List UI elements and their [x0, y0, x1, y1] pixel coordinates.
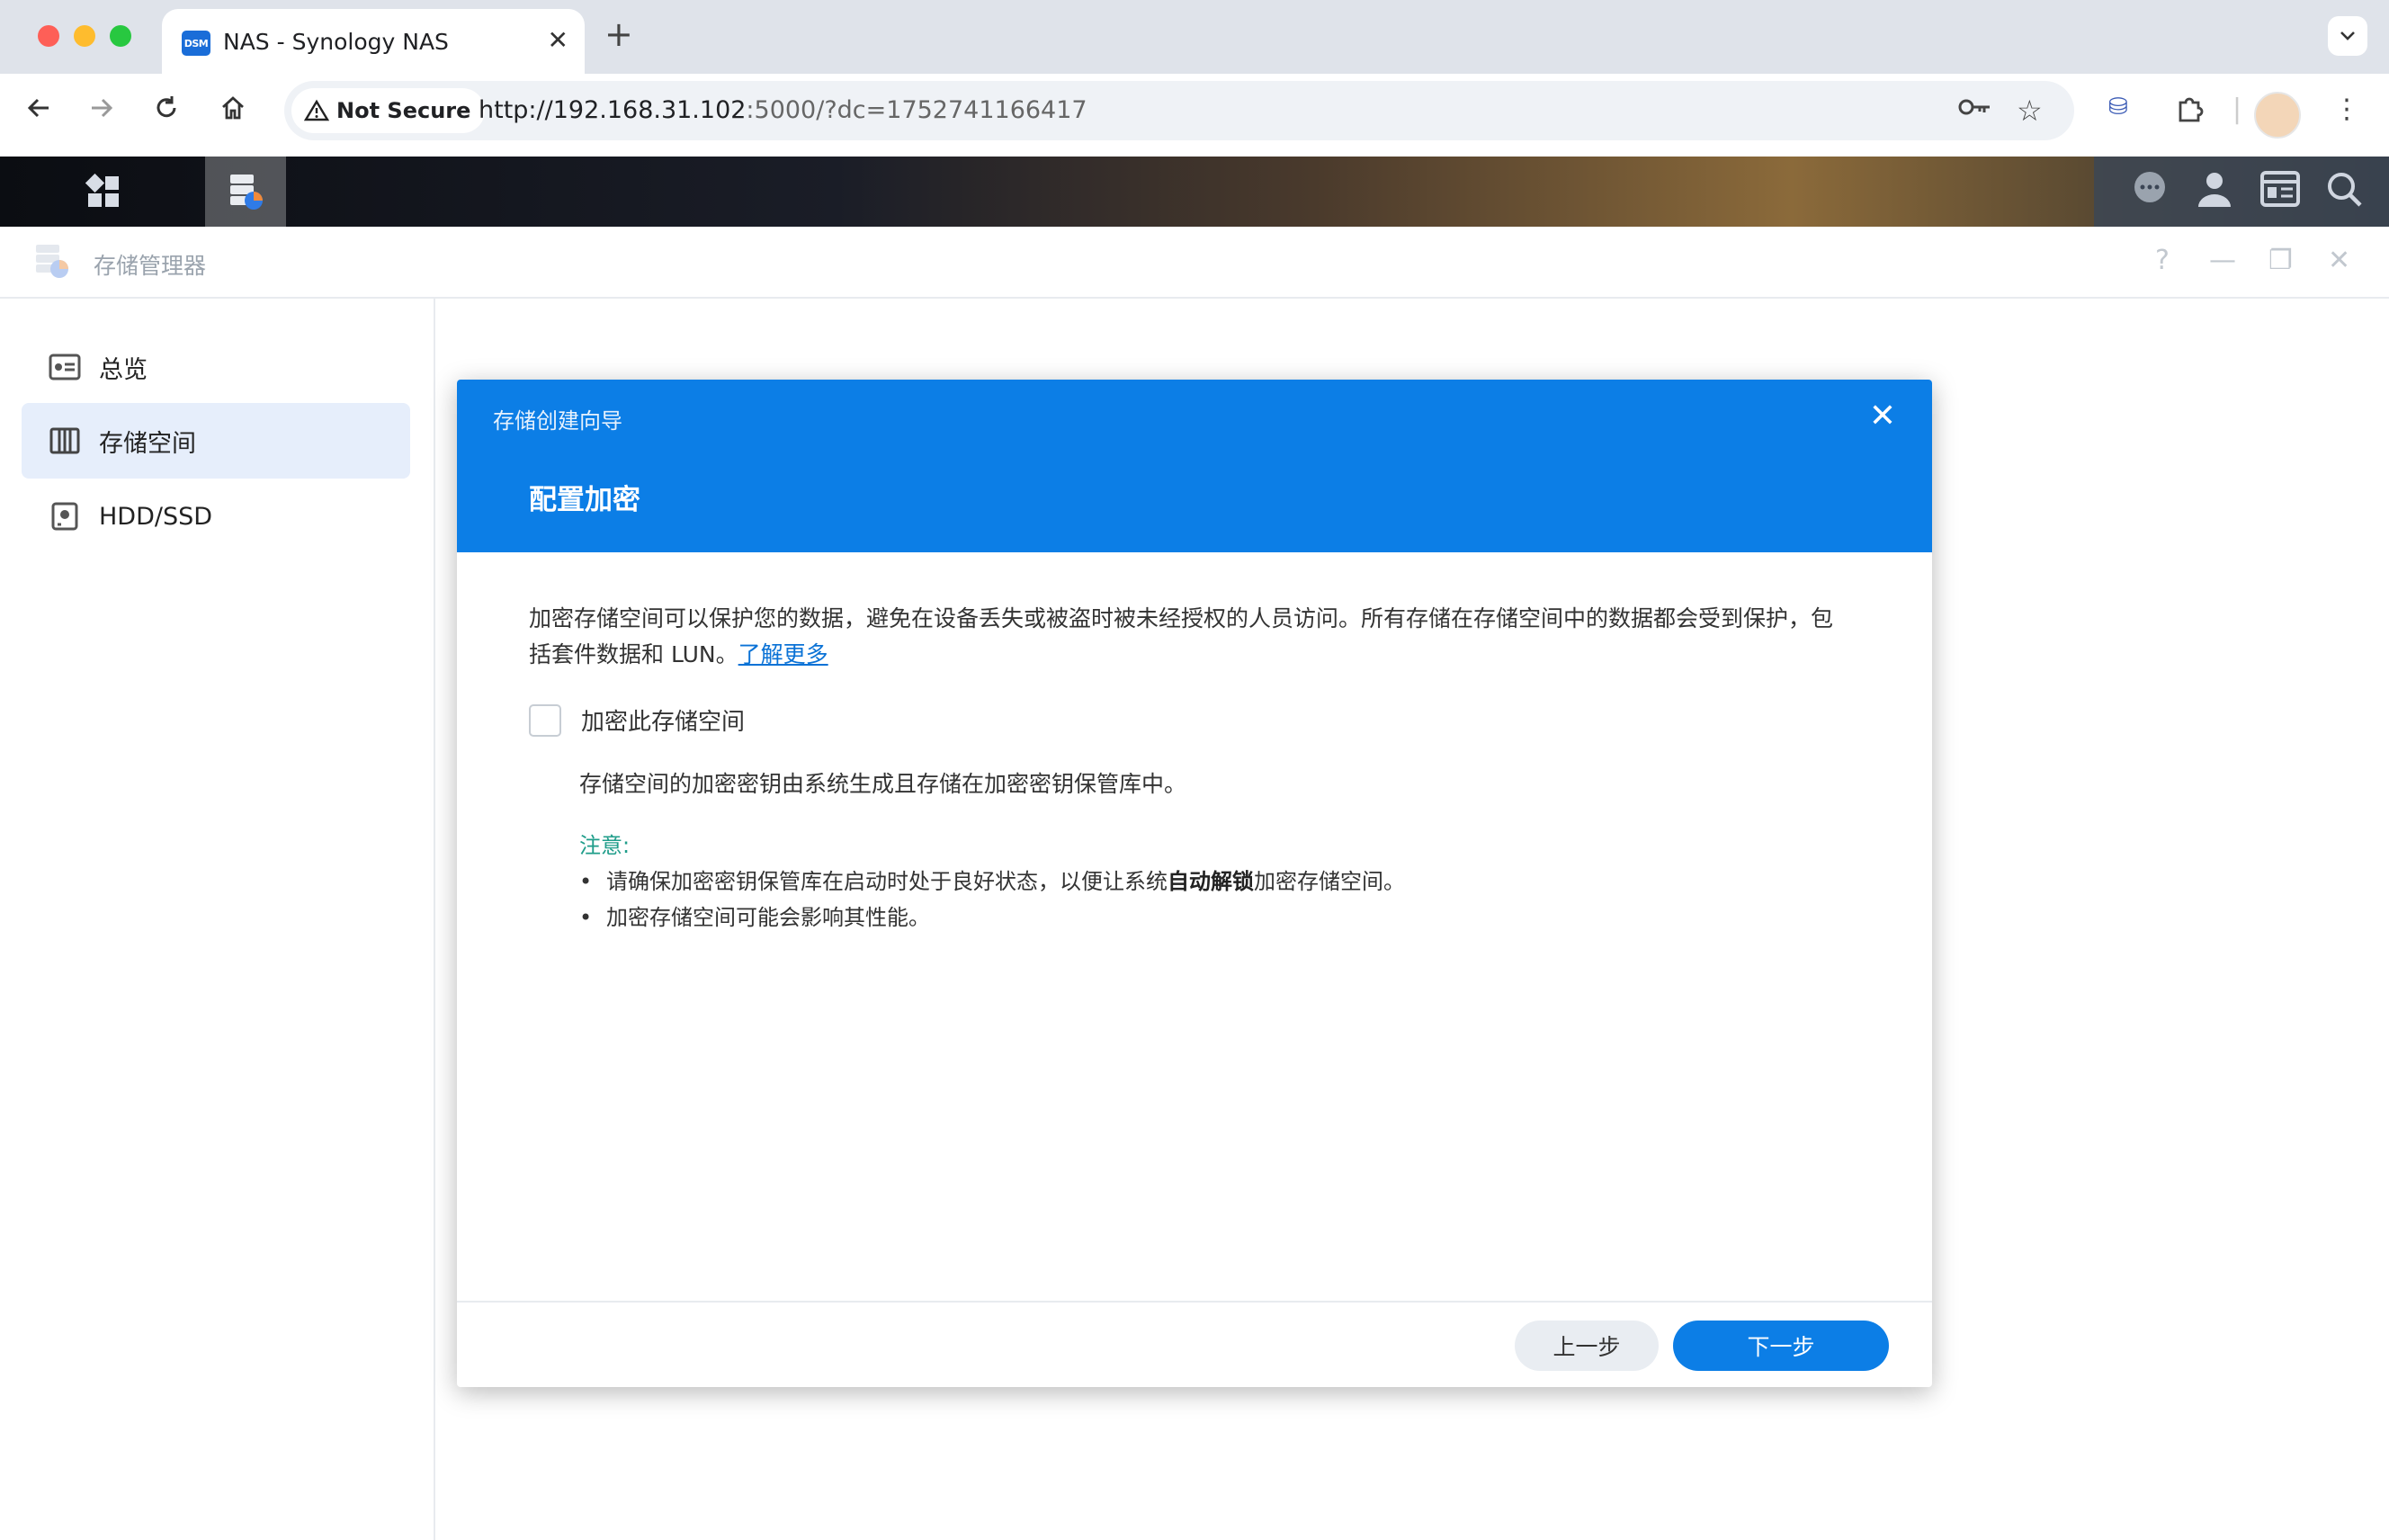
- sidebar-item-label: HDD/SSD: [99, 502, 213, 531]
- warning-icon: [304, 99, 329, 121]
- encryption-description: 加密存储空间可以保护您的数据，避免在设备丢失或被盗时被未经授权的人员访问。所有存…: [529, 605, 1834, 667]
- wizard-body: 加密存储空间可以保护您的数据，避免在设备丢失或被盗时被未经授权的人员访问。所有存…: [529, 601, 1834, 930]
- dsm-favicon-icon: DSM: [182, 31, 210, 56]
- sidebar-item-label: 总览: [99, 355, 148, 384]
- reload-icon: [157, 96, 176, 118]
- notifications-chat-icon[interactable]: [2130, 169, 2170, 218]
- toolbar-divider: |: [2232, 94, 2242, 125]
- restore-app-button[interactable]: ❐: [2268, 245, 2293, 276]
- home-icon: [222, 96, 244, 120]
- app-title: 存储管理器: [94, 253, 207, 279]
- disk-icon: [49, 502, 81, 531]
- learn-more-link[interactable]: 了解更多: [738, 641, 828, 667]
- arrow-left-icon: [27, 98, 49, 118]
- minimize-app-button[interactable]: —: [2209, 245, 2236, 276]
- sidebar-item-overview[interactable]: 总览: [22, 329, 410, 405]
- browser-toolbar: Not Secure http://192.168.31.102:5000/?d…: [0, 74, 2389, 157]
- wizard-footer: 上一步 下一步: [457, 1301, 1932, 1387]
- maximize-window-button[interactable]: [110, 25, 131, 47]
- close-app-button[interactable]: ✕: [2328, 245, 2350, 276]
- bookmark-star-icon[interactable]: ☆: [2017, 94, 2043, 128]
- forward-button[interactable]: [88, 94, 115, 130]
- widgets-icon[interactable]: [2259, 169, 2301, 218]
- tab-search-button[interactable]: [2328, 16, 2367, 56]
- encrypt-checkbox-label[interactable]: 加密此存储空间: [581, 703, 745, 737]
- site-security-chip[interactable]: Not Secure: [291, 88, 486, 133]
- search-icon[interactable]: [2324, 169, 2364, 218]
- previous-button[interactable]: 上一步: [1515, 1321, 1659, 1371]
- overview-icon: [49, 353, 81, 381]
- wizard-step-title: 配置加密: [529, 484, 640, 516]
- browser-tab[interactable]: DSM NAS - Synology NAS ✕: [162, 9, 585, 74]
- url-text[interactable]: http://192.168.31.102:5000/?dc=175274116…: [479, 96, 1087, 124]
- home-button[interactable]: [219, 94, 246, 130]
- browser-menu-icon[interactable]: ⋮: [2333, 94, 2360, 125]
- storage-pool-icon: [49, 426, 81, 455]
- next-button[interactable]: 下一步: [1673, 1321, 1889, 1371]
- storage-creation-wizard: 存储创建向导 配置加密 ✕ 加密存储空间可以保护您的数据，避免在设备丢失或被盗时…: [457, 380, 1932, 1387]
- wizard-header: 存储创建向导 配置加密 ✕: [457, 380, 1932, 552]
- address-bar[interactable]: Not Secure http://192.168.31.102:5000/?d…: [284, 81, 2074, 140]
- sidebar-item-hdd-ssd[interactable]: HDD/SSD: [22, 479, 410, 554]
- app-window-header: 存储管理器 ? — ❐ ✕: [0, 227, 2389, 299]
- tab-title: NAS - Synology NAS: [223, 29, 449, 55]
- list-item: • 加密存储空间可能会影响其性能。: [579, 905, 930, 930]
- dsm-taskbar: [0, 157, 2389, 227]
- close-window-button[interactable]: [38, 25, 59, 47]
- security-label: Not Secure: [336, 98, 471, 123]
- chevron-down-icon: [2340, 31, 2355, 40]
- back-button[interactable]: [25, 94, 52, 130]
- storage-manager-app-icon: [36, 245, 68, 278]
- note-list: • 请确保加密密钥保管库在启动时处于良好状态，以便让系统自动解锁加密存储空间。 …: [579, 864, 1405, 936]
- storage-manager-taskbar-button[interactable]: [205, 157, 286, 227]
- wizard-title: 存储创建向导: [493, 408, 622, 434]
- translate-extension-icon[interactable]: ⛁: [2108, 94, 2128, 121]
- tab-close-icon[interactable]: ✕: [548, 25, 568, 55]
- wizard-close-icon[interactable]: ✕: [1869, 398, 1896, 434]
- extensions-puzzle-icon[interactable]: [2175, 94, 2206, 131]
- minimize-window-button[interactable]: [74, 25, 95, 47]
- password-key-icon[interactable]: [1957, 94, 1993, 128]
- main-menu-button[interactable]: [63, 157, 144, 227]
- storage-manager-icon: [230, 175, 263, 210]
- reload-button[interactable]: [153, 94, 180, 130]
- sidebar-item-label: 存储空间: [99, 429, 196, 458]
- sidebar: 总览 存储空间 HDD/SSD: [0, 299, 435, 1540]
- encrypt-checkbox[interactable]: [529, 703, 561, 737]
- list-item: • 请确保加密密钥保管库在启动时处于良好状态，以便让系统自动解锁加密存储空间。: [579, 869, 1405, 894]
- encryption-key-note: 存储空间的加密密钥由系统生成且存储在加密密钥保管库中。: [579, 771, 1187, 797]
- encrypt-checkbox-row[interactable]: 加密此存储空间: [529, 703, 745, 737]
- help-button[interactable]: ?: [2155, 245, 2170, 276]
- new-tab-button[interactable]: +: [604, 14, 633, 54]
- user-options-icon[interactable]: [2195, 169, 2234, 218]
- note-title: 注意:: [579, 833, 631, 858]
- profile-avatar[interactable]: [2254, 92, 2301, 139]
- arrow-right-icon: [92, 98, 113, 118]
- browser-tab-bar: DSM NAS - Synology NAS ✕ +: [0, 0, 2389, 74]
- sidebar-item-storage[interactable]: 存储空间: [22, 403, 410, 479]
- grid-icon: [85, 174, 119, 207]
